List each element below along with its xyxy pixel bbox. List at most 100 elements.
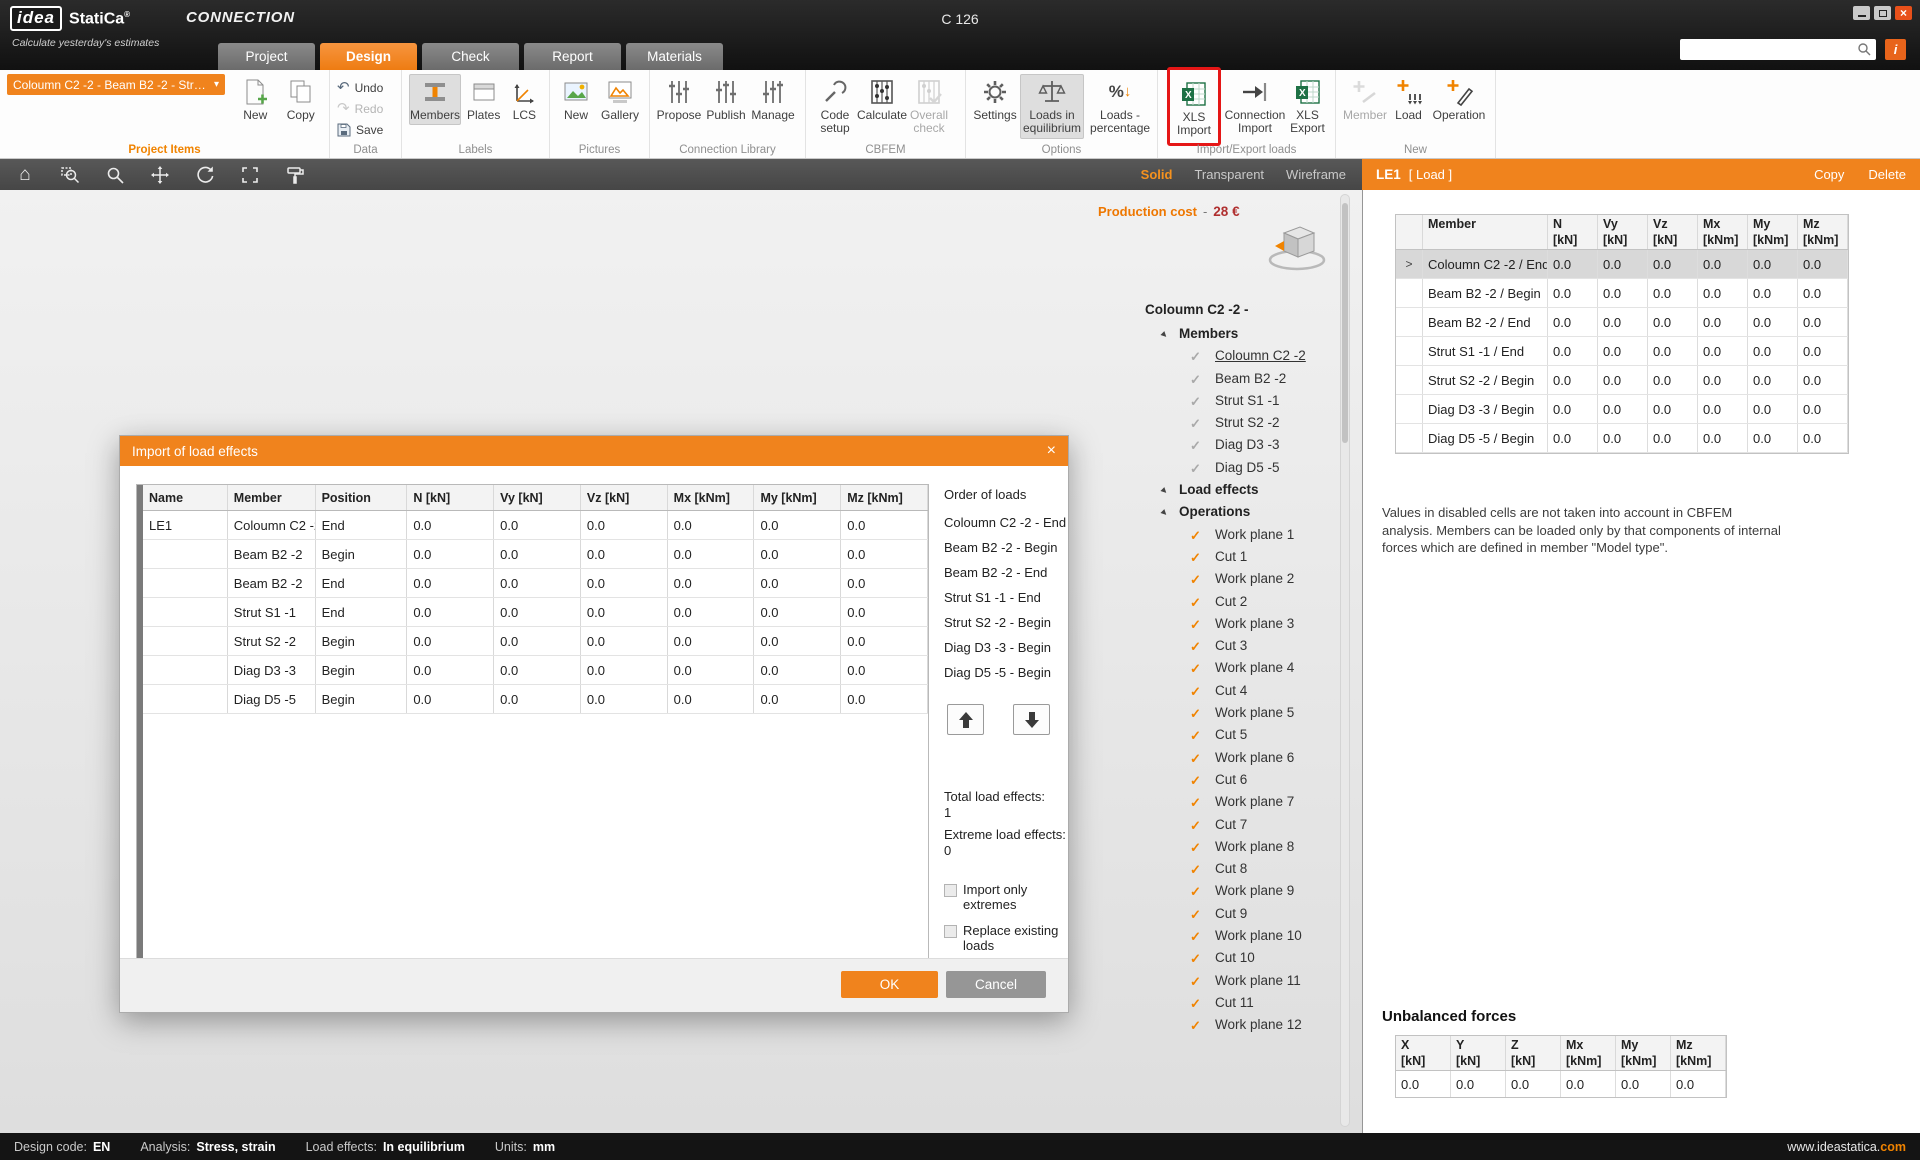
cell-mx[interactable]: 0.0 — [1698, 250, 1748, 278]
tree-node[interactable]: Diag D5 -5 — [1145, 460, 1345, 482]
labels-members-toggle[interactable]: Members — [409, 74, 461, 125]
cell-n[interactable]: 0.0 — [1548, 424, 1598, 452]
cell-vy[interactable]: 0.0 — [1598, 250, 1648, 278]
tree-node[interactable]: Cut 9 — [1145, 906, 1345, 928]
overall-check-button[interactable]: Overall check — [907, 74, 951, 139]
calculate-button[interactable]: Calculate — [860, 74, 904, 125]
tree-node[interactable]: Work plane 5 — [1145, 705, 1345, 727]
cell-vz[interactable]: 0.0 — [1648, 424, 1698, 452]
tree-node[interactable]: Work plane 9 — [1145, 883, 1345, 905]
tree-node[interactable]: Cut 3 — [1145, 638, 1345, 660]
tab[interactable]: Project — [218, 43, 315, 70]
close-window-button[interactable]: × — [1895, 6, 1912, 20]
delete-load-button[interactable]: Delete — [1868, 167, 1906, 182]
cell-vy[interactable]: 0.0 — [1598, 366, 1648, 394]
settings-button[interactable]: Settings — [973, 74, 1017, 125]
tree-node[interactable]: Work plane 1 — [1145, 527, 1345, 549]
cell-mz[interactable]: 0.0 — [1798, 337, 1848, 365]
tree-node[interactable]: Cut 6 — [1145, 772, 1345, 794]
cell-mx[interactable]: 0.0 — [1698, 395, 1748, 423]
cell-n[interactable]: 0.0 — [1548, 337, 1598, 365]
tree-node[interactable]: Load effects — [1145, 482, 1345, 504]
tree-node[interactable]: Coloumn C2 -2 — [1145, 348, 1345, 370]
copy-load-button[interactable]: Copy — [1814, 167, 1844, 182]
tree-node[interactable]: Beam B2 -2 — [1145, 371, 1345, 393]
order-of-loads-item[interactable]: Diag D5 -5 - Begin — [944, 660, 1070, 685]
import-only-extremes-checkbox[interactable] — [944, 884, 957, 897]
tree-node[interactable]: Cut 5 — [1145, 727, 1345, 749]
cell-mz[interactable]: 0.0 — [1798, 308, 1848, 336]
library-publish-button[interactable]: Publish — [704, 74, 748, 125]
search-input[interactable] — [1686, 41, 1857, 58]
table-row[interactable]: Diag D3 -3 / Begin 0.0 0.0 0.0 0.0 0.0 0… — [1396, 395, 1848, 424]
cell-mz[interactable]: 0.0 — [1798, 395, 1848, 423]
cell-vz[interactable]: 0.0 — [1648, 250, 1698, 278]
table-row[interactable]: > Coloumn C2 -2 / End 0.0 0.0 0.0 0.0 0.… — [1396, 250, 1848, 279]
cell-mx[interactable]: 0.0 — [1698, 424, 1748, 452]
paint-button[interactable] — [284, 164, 306, 186]
cell-n[interactable]: 0.0 — [1548, 250, 1598, 278]
tab[interactable]: Check — [422, 43, 519, 70]
table-row[interactable]: Diag D3 -3 Begin 0.0 0.0 0.0 0.0 0.0 0.0 — [143, 656, 928, 685]
tree-node[interactable]: Work plane 8 — [1145, 839, 1345, 861]
minimize-button[interactable] — [1853, 6, 1870, 20]
cell-my[interactable]: 0.0 — [1748, 395, 1798, 423]
table-row[interactable]: Strut S1 -1 / End 0.0 0.0 0.0 0.0 0.0 0.… — [1396, 337, 1848, 366]
order-of-loads-item[interactable]: Diag D3 -3 - Begin — [944, 635, 1070, 660]
view-mode[interactable]: Solid — [1141, 167, 1173, 182]
cell-n[interactable]: 0.0 — [1548, 366, 1598, 394]
dialog-close-icon[interactable]: × — [1047, 443, 1056, 459]
order-of-loads-item[interactable]: Beam B2 -2 - Begin — [944, 535, 1070, 560]
cell-vy[interactable]: 0.0 — [1598, 424, 1648, 452]
tab[interactable]: Report — [524, 43, 621, 70]
table-row[interactable]: Beam B2 -2 / End 0.0 0.0 0.0 0.0 0.0 0.0 — [1396, 308, 1848, 337]
tree-node[interactable]: Work plane 2 — [1145, 571, 1345, 593]
cell-n[interactable]: 0.0 — [1548, 395, 1598, 423]
cell-mx[interactable]: 0.0 — [1698, 308, 1748, 336]
picture-gallery-button[interactable]: Gallery — [598, 74, 642, 125]
cell-my[interactable]: 0.0 — [1748, 337, 1798, 365]
cell-vy[interactable]: 0.0 — [1598, 395, 1648, 423]
cell-my[interactable]: 0.0 — [1748, 279, 1798, 307]
order-of-loads-item[interactable]: Strut S2 -2 - Begin — [944, 610, 1070, 635]
cell-mx[interactable]: 0.0 — [1698, 337, 1748, 365]
maximize-button[interactable] — [1874, 6, 1891, 20]
picture-new-button[interactable]: New — [557, 74, 595, 125]
library-manage-button[interactable]: Manage — [751, 74, 795, 125]
code-setup-button[interactable]: Code setup — [813, 74, 857, 139]
save-button[interactable]: Save — [337, 120, 383, 139]
rotate-view-button[interactable] — [194, 164, 216, 186]
order-of-loads-item[interactable]: Strut S1 -1 - End — [944, 585, 1070, 610]
redo-button[interactable]: ↷Redo — [337, 99, 383, 118]
cell-my[interactable]: 0.0 — [1748, 308, 1798, 336]
view-mode[interactable]: Transparent — [1194, 167, 1264, 182]
tree-node[interactable]: Operations — [1145, 504, 1345, 526]
library-propose-button[interactable]: Propose — [657, 74, 701, 125]
table-row[interactable]: Beam B2 -2 / Begin 0.0 0.0 0.0 0.0 0.0 0… — [1396, 279, 1848, 308]
scrollbar-thumb[interactable] — [1342, 203, 1348, 443]
labels-plates-toggle[interactable]: Plates — [464, 74, 503, 125]
tree-node[interactable]: Strut S2 -2 — [1145, 415, 1345, 437]
move-down-button[interactable] — [1013, 704, 1050, 735]
cell-vy[interactable]: 0.0 — [1598, 337, 1648, 365]
tree-node[interactable]: Cut 4 — [1145, 683, 1345, 705]
view-cube[interactable] — [1253, 214, 1338, 289]
tab[interactable]: Design — [320, 43, 417, 70]
tree-node[interactable]: Work plane 4 — [1145, 660, 1345, 682]
cell-mx[interactable]: 0.0 — [1698, 279, 1748, 307]
table-row[interactable]: Diag D5 -5 Begin 0.0 0.0 0.0 0.0 0.0 0.0 — [143, 685, 928, 714]
cell-vz[interactable]: 0.0 — [1648, 366, 1698, 394]
connection-import-button[interactable]: Connection Import — [1226, 74, 1284, 139]
cell-mz[interactable]: 0.0 — [1798, 424, 1848, 452]
tree-node[interactable]: Cut 7 — [1145, 817, 1345, 839]
cell-vy[interactable]: 0.0 — [1598, 279, 1648, 307]
new-member-button[interactable]: Member — [1343, 74, 1387, 125]
replace-existing-loads-checkbox[interactable] — [944, 925, 957, 938]
cell-mx[interactable]: 0.0 — [1698, 366, 1748, 394]
tree-node[interactable]: Work plane 10 — [1145, 928, 1345, 950]
move-up-button[interactable] — [947, 704, 984, 735]
tree-node[interactable]: Cut 8 — [1145, 861, 1345, 883]
view-mode[interactable]: Wireframe — [1286, 167, 1346, 182]
cell-mz[interactable]: 0.0 — [1798, 279, 1848, 307]
zoom-extents-button[interactable] — [239, 164, 261, 186]
